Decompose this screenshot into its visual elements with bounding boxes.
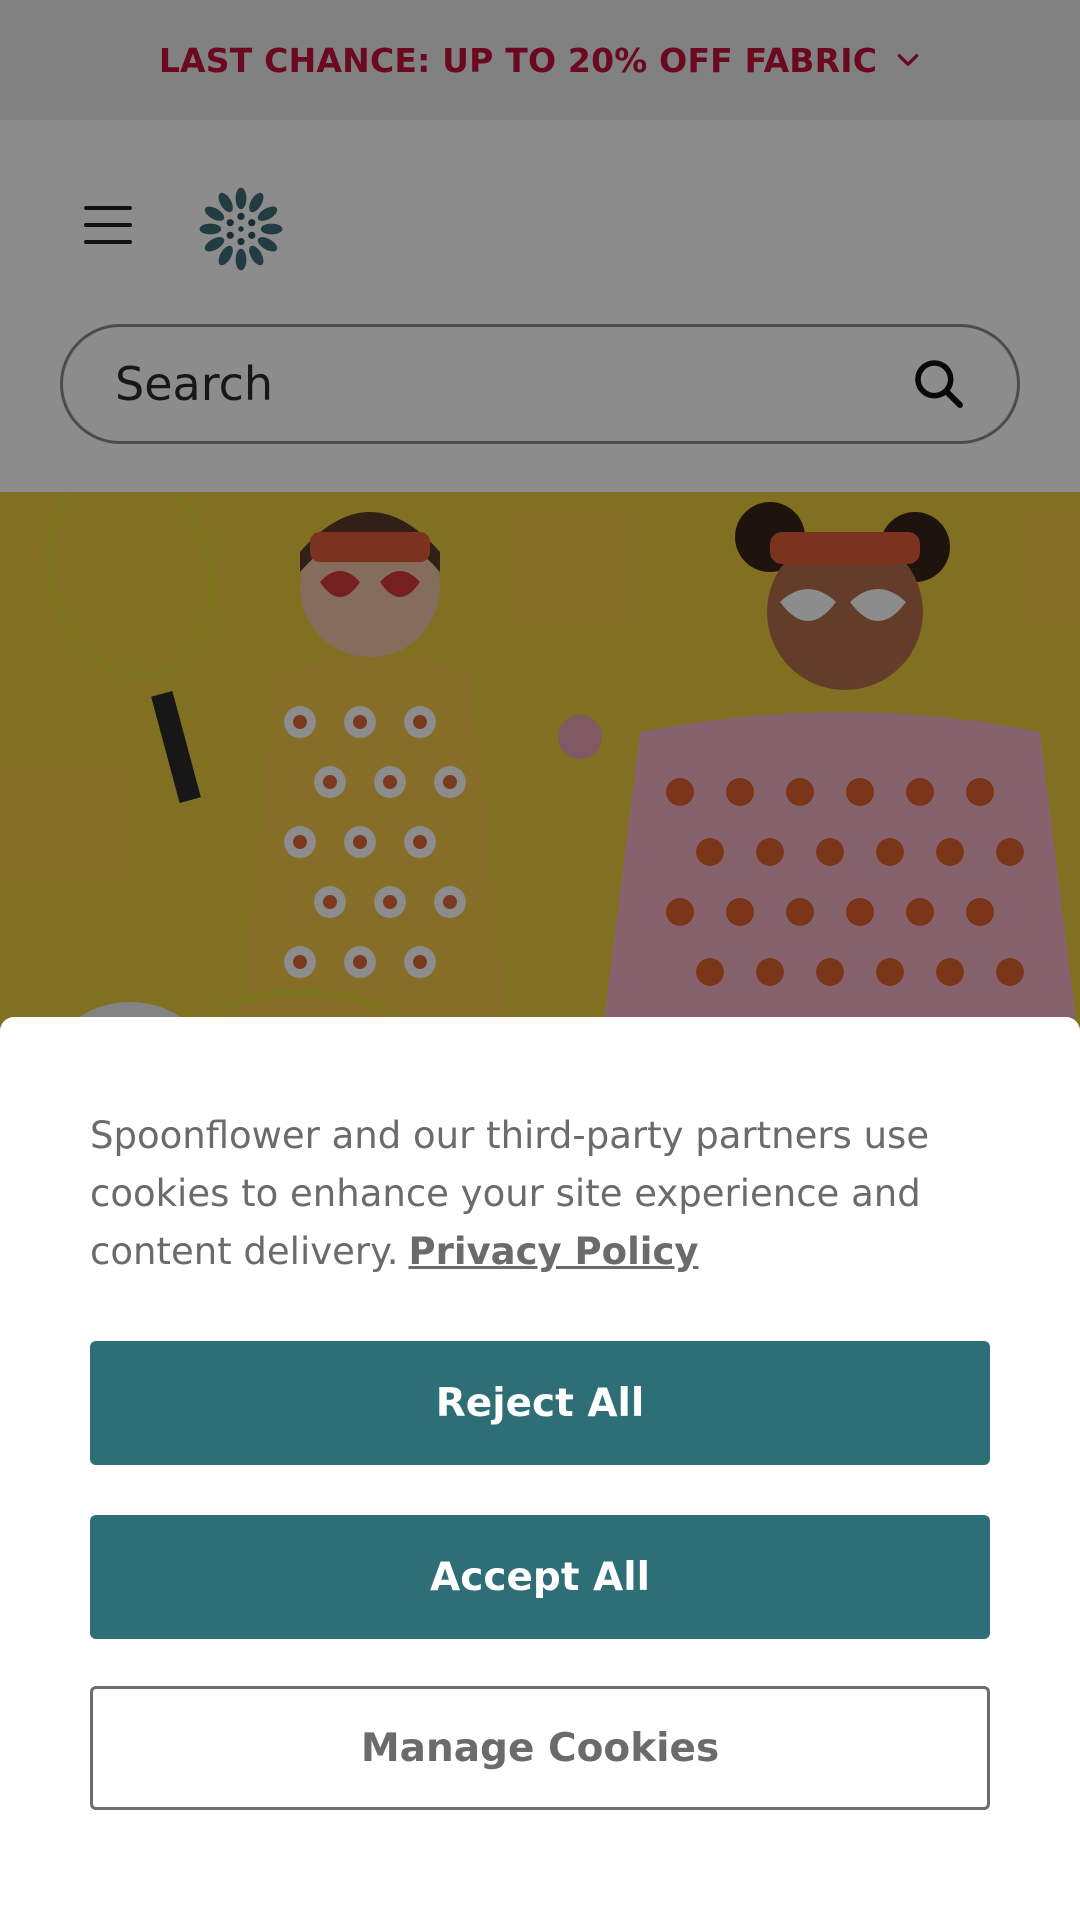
promo-banner[interactable]: LAST CHANCE: UP TO 20% OFF FABRIC xyxy=(0,0,1080,120)
chevron-down-icon[interactable] xyxy=(895,47,921,73)
promo-text[interactable]: LAST CHANCE: UP TO 20% OFF FABRIC xyxy=(159,41,877,80)
search-input[interactable] xyxy=(113,356,911,412)
page: LAST CHANCE: UP TO 20% OFF FABRIC Search… xyxy=(0,0,1080,1920)
cookie-message: Spoonflower and our third-party partners… xyxy=(90,1107,990,1281)
spoonflower-flower-logo-icon[interactable] xyxy=(196,184,286,274)
reject-all-button[interactable]: Reject All xyxy=(90,1341,990,1465)
hero-image[interactable] xyxy=(0,492,1080,1052)
accept-all-button[interactable]: Accept All xyxy=(90,1515,990,1639)
privacy-policy-link[interactable]: Privacy Policy xyxy=(408,1230,698,1273)
search-bar[interactable] xyxy=(60,324,1020,444)
search-icon[interactable] xyxy=(911,356,967,412)
manage-cookies-button[interactable]: Manage Cookies xyxy=(90,1686,990,1810)
hero-illustration xyxy=(0,492,1080,1052)
hamburger-menu-icon[interactable] xyxy=(80,202,136,248)
site-header xyxy=(0,120,1080,492)
